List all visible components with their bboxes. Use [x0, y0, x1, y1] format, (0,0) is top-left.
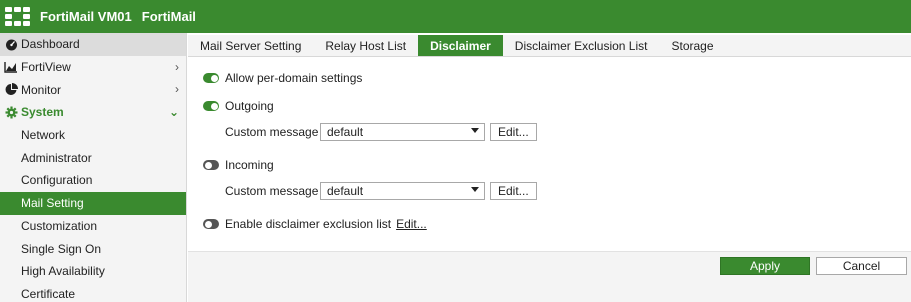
sidebar-item-label: Configuration [21, 173, 93, 188]
exclusion-edit-link[interactable]: Edit... [396, 217, 427, 231]
allow-per-domain-row: Allow per-domain settings [203, 71, 362, 85]
sidebar-item-system[interactable]: System ⌄ [0, 101, 186, 124]
sidebar-item-label: Single Sign On [21, 241, 102, 256]
incoming-custom-message-row: Custom message default Edit... [225, 182, 537, 200]
outgoing-custom-message-label: Custom message [225, 125, 319, 139]
incoming-toggle[interactable] [203, 160, 219, 170]
sidebar-item-label: Certificate [21, 286, 76, 301]
chevron-down-icon: ⌄ [168, 105, 179, 120]
tab-disclaimer-exclusion-list[interactable]: Disclaimer Exclusion List [503, 35, 660, 56]
tab-storage[interactable]: Storage [659, 35, 725, 56]
outgoing-custom-message-row: Custom message default Edit... [225, 123, 537, 141]
apply-button[interactable]: Apply [720, 257, 810, 275]
incoming-select-value: default [327, 184, 364, 198]
sidebar-item-mail-setting[interactable]: Mail Setting [0, 191, 186, 215]
app-title: FortiMail VM01 [40, 9, 132, 24]
sidebar-item-single-sign-on[interactable]: Single Sign On [0, 237, 186, 260]
incoming-row: Incoming [203, 158, 274, 172]
sidebar-item-label: Monitor [21, 82, 62, 97]
dashboard-icon [4, 37, 18, 51]
sidebar-item-label: FortiView [21, 60, 71, 75]
tab-relay-host-list[interactable]: Relay Host List [313, 35, 418, 56]
cancel-button[interactable]: Cancel [816, 257, 907, 275]
sidebar-item-fortiview[interactable]: FortiView › [0, 56, 186, 79]
chart-icon [4, 60, 18, 74]
tab-bar: Mail Server Setting Relay Host List Disc… [188, 35, 911, 57]
fortinet-logo-icon [5, 6, 33, 27]
footer-bar: Apply Cancel [188, 251, 911, 302]
chevron-right-icon: › [175, 59, 179, 74]
allow-per-domain-toggle[interactable] [203, 73, 219, 83]
sidebar-item-configuration[interactable]: Configuration [0, 169, 186, 192]
sidebar-item-high-availability[interactable]: High Availability [0, 260, 186, 283]
tab-disclaimer[interactable]: Disclaimer [418, 35, 503, 56]
disclaimer-form: Allow per-domain settings Outgoing Custo… [188, 58, 911, 251]
incoming-label: Incoming [225, 158, 274, 172]
allow-per-domain-label: Allow per-domain settings [225, 71, 363, 85]
sidebar-item-label: Customization [21, 218, 98, 233]
sidebar-item-label: High Availability [21, 264, 105, 279]
gear-icon [4, 105, 18, 119]
sidebar-item-network[interactable]: Network [0, 124, 186, 147]
outgoing-toggle[interactable] [203, 101, 219, 111]
outgoing-select-value: default [327, 125, 364, 139]
sidebar-item-label: System [21, 105, 64, 120]
tab-mail-server-setting[interactable]: Mail Server Setting [188, 35, 313, 56]
sidebar: Dashboard FortiView › Monitor › System ⌄… [0, 33, 187, 302]
incoming-edit-button[interactable]: Edit... [490, 182, 537, 200]
sidebar-item-monitor[interactable]: Monitor › [0, 78, 186, 101]
app-subtitle: FortiMail [141, 9, 196, 24]
sidebar-item-label: Administrator [21, 150, 92, 165]
chevron-right-icon: › [175, 82, 179, 97]
sidebar-item-label: Dashboard [21, 37, 80, 52]
incoming-custom-message-label: Custom message [225, 184, 319, 198]
exclusion-row: Enable disclaimer exclusion list Edit... [203, 217, 427, 231]
exclusion-toggle[interactable] [203, 219, 219, 229]
dropdown-arrow-icon [471, 128, 479, 133]
dropdown-arrow-icon [471, 187, 479, 192]
outgoing-custom-message-select[interactable]: default [320, 123, 485, 141]
outgoing-label: Outgoing [225, 99, 274, 113]
sidebar-item-label: Network [21, 128, 66, 143]
outgoing-edit-button[interactable]: Edit... [490, 123, 537, 141]
sidebar-item-dashboard[interactable]: Dashboard [0, 33, 186, 56]
exclusion-label: Enable disclaimer exclusion list [225, 217, 392, 231]
sidebar-item-certificate[interactable]: Certificate [0, 283, 186, 302]
sidebar-item-administrator[interactable]: Administrator [0, 146, 186, 169]
sidebar-item-customization[interactable]: Customization [0, 215, 186, 238]
sidebar-item-label: Mail Setting [21, 196, 84, 211]
pie-chart-icon [4, 83, 18, 97]
incoming-custom-message-select[interactable]: default [320, 182, 485, 200]
top-header: FortiMail VM01 FortiMail [0, 0, 911, 33]
outgoing-row: Outgoing [203, 99, 274, 113]
